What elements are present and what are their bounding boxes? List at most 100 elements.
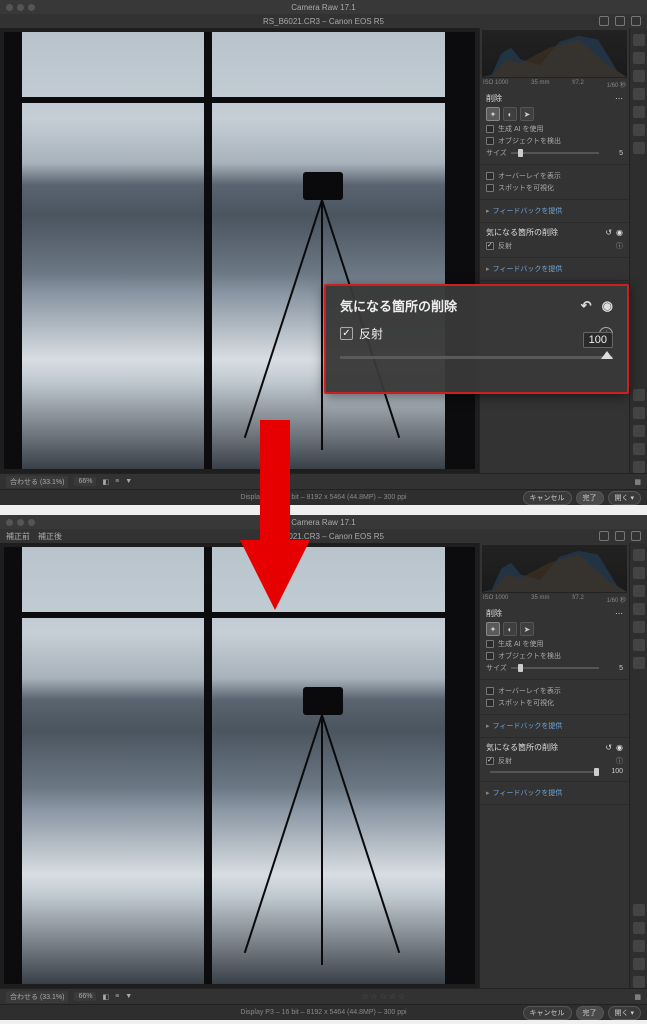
zoom-dropdown[interactable]: 66% [74, 477, 96, 486]
heal-icon[interactable] [633, 70, 645, 82]
filmstrip-icon[interactable]: ▦ [634, 478, 641, 486]
funnel-icon[interactable]: ▼ [125, 478, 132, 485]
callout-slider-value: 100 [583, 332, 613, 348]
mask-icon[interactable] [633, 603, 645, 615]
funnel-icon[interactable]: ▼ [125, 993, 132, 1000]
reflection-checkbox[interactable] [486, 242, 494, 250]
zoom-dropdown[interactable]: 66% [74, 992, 96, 1001]
tool-heal[interactable]: ✦ [486, 107, 500, 121]
spots-checkbox[interactable] [486, 184, 494, 192]
overlay-checkbox[interactable] [486, 172, 494, 180]
rating-stars[interactable]: ☆☆☆☆☆ [361, 992, 405, 1001]
use-ai-checkbox[interactable] [486, 640, 494, 648]
fit-dropdown[interactable]: 合わせる (33.1%) [6, 991, 68, 1003]
settings-icon[interactable] [615, 16, 625, 26]
detect-obj-checkbox[interactable] [486, 652, 494, 660]
share-icon[interactable] [599, 16, 609, 26]
histogram[interactable] [482, 30, 627, 78]
crop-icon[interactable] [633, 567, 645, 579]
expand-icon[interactable] [633, 976, 645, 988]
mask-icon[interactable] [633, 88, 645, 100]
info-icon[interactable]: ⓘ [616, 241, 623, 251]
right-icon-strip [629, 543, 647, 988]
hand-icon[interactable] [633, 407, 645, 419]
undo-icon[interactable]: ↺ [605, 228, 612, 237]
callout-reflection-label: 反射 [359, 325, 383, 342]
use-ai-label: 生成 AI を使用 [498, 124, 544, 134]
callout-slider[interactable]: 100 [340, 356, 613, 359]
tab-before[interactable]: 補正前 [6, 531, 30, 542]
fullscreen-icon[interactable] [631, 16, 641, 26]
feedback-link[interactable]: ▸フィードバックを提供 [486, 719, 623, 733]
heal-icon[interactable] [633, 585, 645, 597]
reflection-slider[interactable] [490, 771, 599, 773]
file-name: RS_B6021.CR3 – Canon EOS R5 [263, 17, 384, 26]
settings-icon[interactable] [615, 531, 625, 541]
more-icon[interactable] [633, 142, 645, 154]
image-canvas[interactable] [0, 28, 479, 473]
callout-reflection-checkbox[interactable] [340, 327, 353, 340]
open-button[interactable]: 開く ▾ [608, 1006, 641, 1020]
grid-icon[interactable] [633, 958, 645, 970]
callout-eye-icon[interactable]: ◉ [602, 298, 613, 314]
compare-icon[interactable]: ◧ [102, 478, 109, 486]
info-icon[interactable]: ⓘ [616, 756, 623, 766]
edit-icon[interactable] [633, 549, 645, 561]
eye-icon[interactable]: ◉ [616, 743, 623, 752]
expand-icon[interactable] [633, 461, 645, 473]
callout-undo-icon[interactable]: ↶ [581, 298, 592, 314]
size-slider[interactable] [511, 667, 599, 669]
crop-icon[interactable] [633, 52, 645, 64]
preset-icon[interactable] [633, 639, 645, 651]
eye-icon[interactable]: ◉ [616, 228, 623, 237]
compare-icon[interactable]: ◧ [102, 993, 109, 1001]
more-icon[interactable] [633, 657, 645, 669]
histogram[interactable] [482, 545, 627, 593]
overlay-label: オーバーレイを表示 [498, 171, 561, 181]
feedback-link[interactable]: ▸フィードバックを提供 [486, 204, 623, 218]
preset-icon[interactable] [633, 124, 645, 136]
filmstrip-icon[interactable]: ▦ [634, 993, 641, 1001]
reflection-checkbox[interactable] [486, 757, 494, 765]
tool-heal[interactable]: ✦ [486, 622, 500, 636]
filter-icon[interactable]: ≡ [115, 993, 119, 1000]
feedback-link-2[interactable]: ▸フィードバックを提供 [486, 786, 623, 800]
fullscreen-icon[interactable] [631, 531, 641, 541]
cancel-button[interactable]: キャンセル [523, 1006, 572, 1020]
fit-dropdown[interactable]: 合わせる (33.1%) [6, 476, 68, 488]
tool-patch[interactable]: ➤ [520, 107, 534, 121]
edit-icon[interactable] [633, 34, 645, 46]
done-button[interactable]: 完了 [576, 491, 604, 505]
tool-patch[interactable]: ➤ [520, 622, 534, 636]
done-button[interactable]: 完了 [576, 1006, 604, 1020]
filter-icon[interactable]: ≡ [115, 478, 119, 485]
spots-checkbox[interactable] [486, 699, 494, 707]
grid-icon[interactable] [633, 443, 645, 455]
cancel-button[interactable]: キャンセル [523, 491, 572, 505]
tab-after[interactable]: 補正後 [38, 531, 62, 542]
hand-icon[interactable] [633, 922, 645, 934]
feedback-link-2[interactable]: ▸フィードバックを提供 [486, 262, 623, 276]
toggle-icon[interactable] [633, 940, 645, 952]
toggle-icon[interactable] [633, 425, 645, 437]
size-slider[interactable] [511, 152, 599, 154]
histogram-meta: ISO 1000 35 mm f/7.2 1/60 秒 [480, 595, 629, 604]
overlay-checkbox[interactable] [486, 687, 494, 695]
panel-remove-title: 削除⋯ [486, 608, 623, 619]
window-traffic-lights[interactable] [6, 519, 35, 526]
open-button[interactable]: 開く ▾ [608, 491, 641, 505]
use-ai-checkbox[interactable] [486, 125, 494, 133]
zoom-icon[interactable] [633, 389, 645, 401]
tool-clone[interactable]: ◐ [503, 107, 517, 121]
zoom-icon[interactable] [633, 904, 645, 916]
tool-clone[interactable]: ◐ [503, 622, 517, 636]
redeye-icon[interactable] [633, 106, 645, 118]
redeye-icon[interactable] [633, 621, 645, 633]
distraction-callout: 気になる箇所の削除 ↶ ◉ 反射 i 100 [324, 284, 629, 394]
undo-icon[interactable]: ↺ [605, 743, 612, 752]
detect-obj-checkbox[interactable] [486, 137, 494, 145]
window-traffic-lights[interactable] [6, 4, 35, 11]
share-icon[interactable] [599, 531, 609, 541]
image-info[interactable]: Display P3 – 16 bit – 8192 x 5464 (44.8M… [240, 1009, 406, 1016]
callout-title: 気になる箇所の削除 [340, 296, 457, 315]
